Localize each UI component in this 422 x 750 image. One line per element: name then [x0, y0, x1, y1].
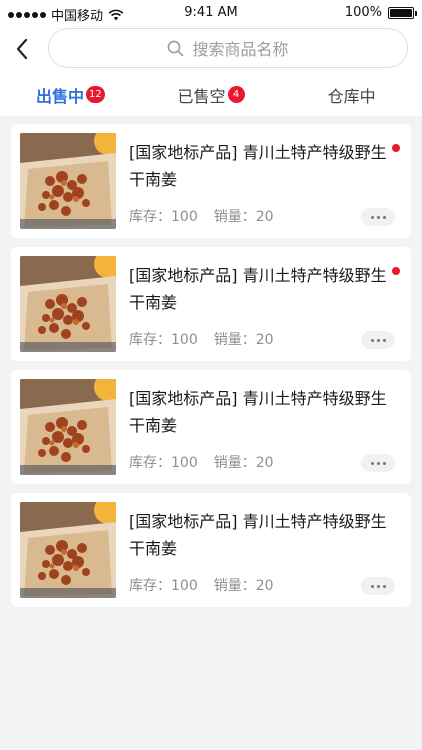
product-list: [国家地标产品] 青川土特产特级野生干南姜 库存：100 销量：20 [国家地标… [11, 124, 411, 616]
product-meta: 库存：100 销量：20 [129, 329, 274, 349]
tab-on-sale-label: 出售中 [35, 87, 84, 106]
search-icon [168, 40, 184, 56]
product-image [20, 256, 116, 352]
product-card[interactable]: [国家地标产品] 青川土特产特级野生干南姜 库存：100 销量：20 [11, 493, 411, 607]
product-stock: 库存：100 [129, 455, 198, 471]
product-meta: 库存：100 销量：20 [129, 575, 274, 595]
more-options-button[interactable] [361, 454, 395, 472]
tab-sold-out-badge: 4 [227, 85, 245, 103]
tab-on-sale-badge: 12 [85, 85, 105, 103]
product-card[interactable]: [国家地标产品] 青川土特产特级野生干南姜 库存：100 销量：20 [11, 247, 411, 361]
product-image [20, 133, 116, 229]
product-meta: 库存：100 销量：20 [129, 206, 274, 226]
tab-in-warehouse-label: 仓库中 [327, 87, 376, 106]
product-title: [国家地标产品] 青川土特产特级野生干南姜 [129, 143, 387, 189]
product-title: [国家地标产品] 青川土特产特级野生干南姜 [129, 512, 387, 558]
battery-percent: 100% [344, 5, 382, 20]
search-placeholder: 搜索商品名称 [192, 40, 289, 59]
tab-in-warehouse[interactable]: 仓库中 [281, 74, 422, 116]
product-stock: 库存：100 [129, 209, 198, 225]
search-input[interactable]: 搜索商品名称 [48, 28, 408, 68]
product-meta: 库存：100 销量：20 [129, 452, 274, 472]
header: 搜索商品名称 [0, 26, 422, 74]
product-title: [国家地标产品] 青川土特产特级野生干南姜 [129, 389, 387, 435]
product-sales: 销量：20 [213, 578, 274, 594]
product-stock: 库存：100 [129, 578, 198, 594]
back-button[interactable] [8, 34, 36, 64]
status-right: 100% [344, 5, 417, 20]
tab-sold-out-label: 已售空 [177, 87, 226, 106]
product-sales: 销量：20 [213, 455, 274, 471]
product-image [20, 502, 116, 598]
more-options-button[interactable] [361, 331, 395, 349]
unread-dot [392, 144, 400, 152]
product-stock: 库存：100 [129, 332, 198, 348]
unread-dot [392, 267, 400, 275]
tab-sold-out[interactable]: 已售空 4 [141, 74, 282, 116]
product-sales: 销量：20 [213, 209, 274, 225]
status-tabs: 出售中 12 已售空 4 仓库中 [0, 74, 422, 116]
status-bar: 中国移动 9:41 AM 100% [0, 0, 422, 26]
product-card[interactable]: [国家地标产品] 青川土特产特级野生干南姜 库存：100 销量：20 [11, 124, 411, 238]
more-options-button[interactable] [361, 577, 395, 595]
chevron-left-icon [16, 38, 28, 60]
product-sales: 销量：20 [213, 332, 274, 348]
battery-icon [388, 6, 417, 19]
product-image [20, 379, 116, 475]
product-title: [国家地标产品] 青川土特产特级野生干南姜 [129, 266, 387, 312]
more-options-button[interactable] [361, 208, 395, 226]
tab-on-sale[interactable]: 出售中 12 [0, 74, 141, 116]
product-card[interactable]: [国家地标产品] 青川土特产特级野生干南姜 库存：100 销量：20 [11, 370, 411, 484]
